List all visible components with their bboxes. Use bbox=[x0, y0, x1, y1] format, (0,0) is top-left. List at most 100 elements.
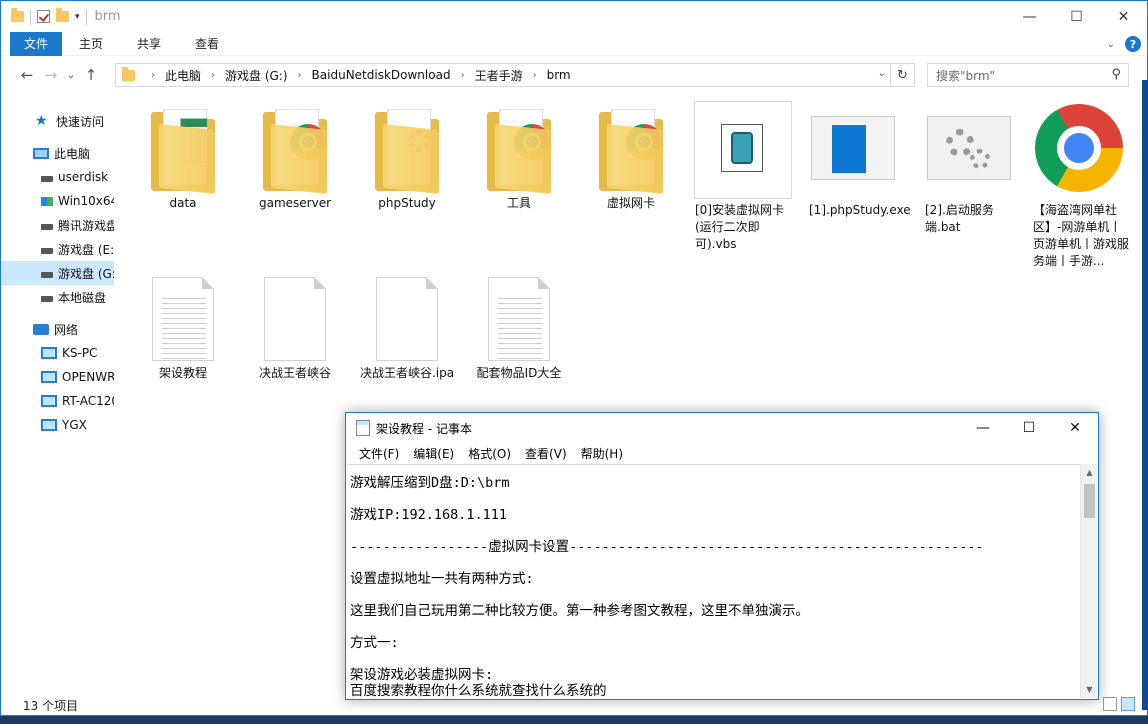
drive-icon bbox=[41, 248, 53, 254]
back-arrow-icon[interactable]: ← bbox=[15, 66, 39, 84]
search-icon: ⚲ bbox=[1111, 67, 1121, 82]
chrome-icon bbox=[1033, 102, 1129, 198]
scroll-down-icon[interactable]: ▼ bbox=[1081, 681, 1098, 698]
file-item-start-bat[interactable]: [2].启动服务端.bat bbox=[923, 97, 1023, 236]
close-button[interactable]: ✕ bbox=[1100, 1, 1147, 32]
file-item-game-ipa[interactable]: 决战王者峡谷.ipa bbox=[357, 269, 457, 382]
breadcrumb-wangzhe[interactable]: 王者手游 bbox=[475, 67, 523, 84]
nav-tencent-game-disk[interactable]: 腾讯游戏盘 bbox=[1, 213, 114, 237]
file-item-data[interactable]: data bbox=[133, 97, 233, 212]
forward-arrow-icon[interactable]: → bbox=[39, 66, 63, 84]
file-item-game[interactable]: 决战王者峡谷 bbox=[245, 269, 345, 382]
blank-file-icon bbox=[376, 277, 438, 361]
new-folder-icon[interactable] bbox=[56, 8, 69, 22]
menu-format[interactable]: 格式(O) bbox=[461, 445, 518, 462]
maximize-button[interactable]: ☐ bbox=[1053, 1, 1100, 32]
nav-rt-ac1200[interactable]: RT-AC1200 bbox=[1, 389, 114, 413]
file-item-gameserver[interactable]: gameserver bbox=[245, 97, 345, 212]
menu-help[interactable]: 帮助(H) bbox=[574, 445, 630, 462]
properties-icon[interactable] bbox=[37, 10, 50, 23]
file-item-chrome-link[interactable]: 【海盗湾网单社区】-网游单机丨页游单机丨游戏服务端丨手游... bbox=[1031, 97, 1131, 270]
navigation-pane: ★ 快速访问 此电脑 userdisk Win10x64 腾讯游戏盘 游戏盘 (E… bbox=[1, 93, 114, 693]
nav-drive-g[interactable]: 游戏盘 (G:) bbox=[1, 261, 114, 285]
breadcrumb-baidu[interactable]: BaiduNetdiskDownload bbox=[312, 68, 451, 82]
refresh-icon[interactable]: ↻ bbox=[890, 64, 914, 86]
folder-chrome-icon bbox=[487, 109, 551, 194]
navigation-bar: ← → ⌄ ↑ › 此电脑 › 游戏盘 (G:) › BaiduNetdiskDown… bbox=[1, 57, 1147, 93]
tab-share[interactable]: 共享 bbox=[120, 32, 178, 56]
notepad-window: 架设教程 - 记事本 — ☐ ✕ 文件(F) 编辑(E) 格式(O) 查看(V)… bbox=[345, 412, 1099, 700]
file-item-phpstudy-exe[interactable]: [1].phpStudy.exe bbox=[807, 97, 911, 219]
menu-edit[interactable]: 编辑(E) bbox=[406, 445, 461, 462]
nav-ks-pc[interactable]: KS-PC bbox=[1, 341, 114, 365]
notepad-menu-bar: 文件(F) 编辑(E) 格式(O) 查看(V) 帮助(H) bbox=[346, 443, 1098, 463]
details-view-button[interactable] bbox=[1103, 697, 1117, 711]
notepad-maximize-button[interactable]: ☐ bbox=[1006, 413, 1052, 443]
nav-userdisk[interactable]: userdisk bbox=[1, 165, 114, 189]
file-item-setup-guide[interactable]: 架设教程 bbox=[133, 269, 233, 382]
drive-icon bbox=[41, 272, 53, 278]
up-arrow-icon[interactable]: ↑ bbox=[79, 66, 103, 84]
minimize-button[interactable]: — bbox=[1006, 1, 1053, 32]
network-icon bbox=[33, 323, 49, 335]
computer-icon bbox=[33, 147, 49, 159]
folder-gear-icon bbox=[375, 109, 439, 194]
menu-view[interactable]: 查看(V) bbox=[518, 445, 574, 462]
folder-icon bbox=[11, 8, 24, 22]
file-item-tools[interactable]: 工具 bbox=[469, 97, 569, 212]
customize-toolbar-dropdown[interactable]: ▾ bbox=[75, 12, 80, 22]
tab-view[interactable]: 查看 bbox=[178, 32, 236, 56]
address-bar[interactable]: › 此电脑 › 游戏盘 (G:) › BaiduNetdiskDownload › 王者… bbox=[115, 63, 915, 87]
monitor-icon bbox=[41, 419, 57, 431]
notepad-scrollbar[interactable]: ▲ ▼ bbox=[1080, 464, 1097, 698]
recent-locations-chevron-icon[interactable]: ⌄ bbox=[63, 70, 79, 81]
file-item-phpstudy[interactable]: phpStudy bbox=[357, 97, 457, 212]
nav-local-disk[interactable]: 本地磁盘 bbox=[1, 285, 114, 309]
search-input[interactable]: 搜索"brm" ⚲ bbox=[927, 63, 1129, 87]
title-bar: ▾ brm — ☐ ✕ bbox=[1, 1, 1147, 32]
breadcrumb-drive[interactable]: 游戏盘 (G:) bbox=[225, 67, 288, 84]
scroll-up-icon[interactable]: ▲ bbox=[1081, 464, 1098, 481]
expand-ribbon-chevron-icon[interactable]: ⌄ bbox=[1107, 39, 1115, 50]
file-item-virtual-nic[interactable]: 虚拟网卡 bbox=[581, 97, 681, 212]
windows-drive-icon bbox=[41, 196, 53, 206]
notepad-icon bbox=[356, 420, 370, 436]
drive-icon bbox=[41, 176, 53, 182]
address-dropdown-chevron-icon[interactable]: ⌄ bbox=[878, 68, 886, 79]
monitor-icon bbox=[41, 371, 57, 383]
star-icon: ★ bbox=[35, 113, 48, 129]
nav-ygx[interactable]: YGX bbox=[1, 413, 114, 437]
breadcrumb-this-pc[interactable]: 此电脑 bbox=[165, 67, 201, 84]
tab-file[interactable]: 文件 bbox=[10, 31, 63, 56]
folder-icon bbox=[122, 66, 135, 81]
text-line: -----------------虚拟网卡设置-----------------… bbox=[350, 539, 984, 555]
text-file-icon bbox=[152, 277, 214, 361]
file-item-item-ids[interactable]: 配套物品ID大全 bbox=[469, 269, 569, 382]
scroll-thumb[interactable] bbox=[1084, 484, 1095, 518]
help-icon[interactable]: ? bbox=[1125, 36, 1141, 52]
folder-chrome-icon bbox=[263, 109, 327, 194]
notepad-close-button[interactable]: ✕ bbox=[1052, 413, 1098, 443]
menu-file[interactable]: 文件(F) bbox=[352, 445, 406, 462]
nav-this-pc[interactable]: 此电脑 bbox=[1, 141, 114, 165]
desktop-background bbox=[1142, 80, 1148, 710]
nav-openwrt[interactable]: OPENWRT bbox=[1, 365, 114, 389]
text-file-icon bbox=[488, 277, 550, 361]
nav-quick-access[interactable]: ★ 快速访问 bbox=[1, 109, 114, 133]
drive-icon bbox=[41, 296, 53, 302]
nav-drive-e[interactable]: 游戏盘 (E:) bbox=[1, 237, 114, 261]
large-icons-view-button[interactable] bbox=[1121, 697, 1135, 711]
tab-home[interactable]: 主页 bbox=[62, 32, 120, 56]
notepad-title: 架设教程 - 记事本 bbox=[376, 421, 472, 436]
text-line: 游戏IP:192.168.1.111 bbox=[350, 507, 508, 523]
item-count: 13 个项目 bbox=[23, 698, 79, 713]
nav-win10x64[interactable]: Win10x64 bbox=[1, 189, 114, 213]
breadcrumb-brm[interactable]: brm bbox=[547, 68, 571, 82]
nav-network[interactable]: 网络 bbox=[1, 317, 114, 341]
monitor-icon bbox=[41, 395, 57, 407]
file-item-vbs[interactable]: [0]安装虚拟网卡(运行二次即可).vbs bbox=[693, 97, 793, 253]
window-title: brm bbox=[94, 9, 121, 24]
notepad-text-area[interactable]: 游戏解压缩到D盘:D:\brm 游戏IP:192.168.1.111 -------… bbox=[347, 464, 1082, 698]
text-line: 游戏解压缩到D盘:D:\brm bbox=[350, 475, 510, 491]
notepad-minimize-button[interactable]: — bbox=[960, 413, 1006, 443]
